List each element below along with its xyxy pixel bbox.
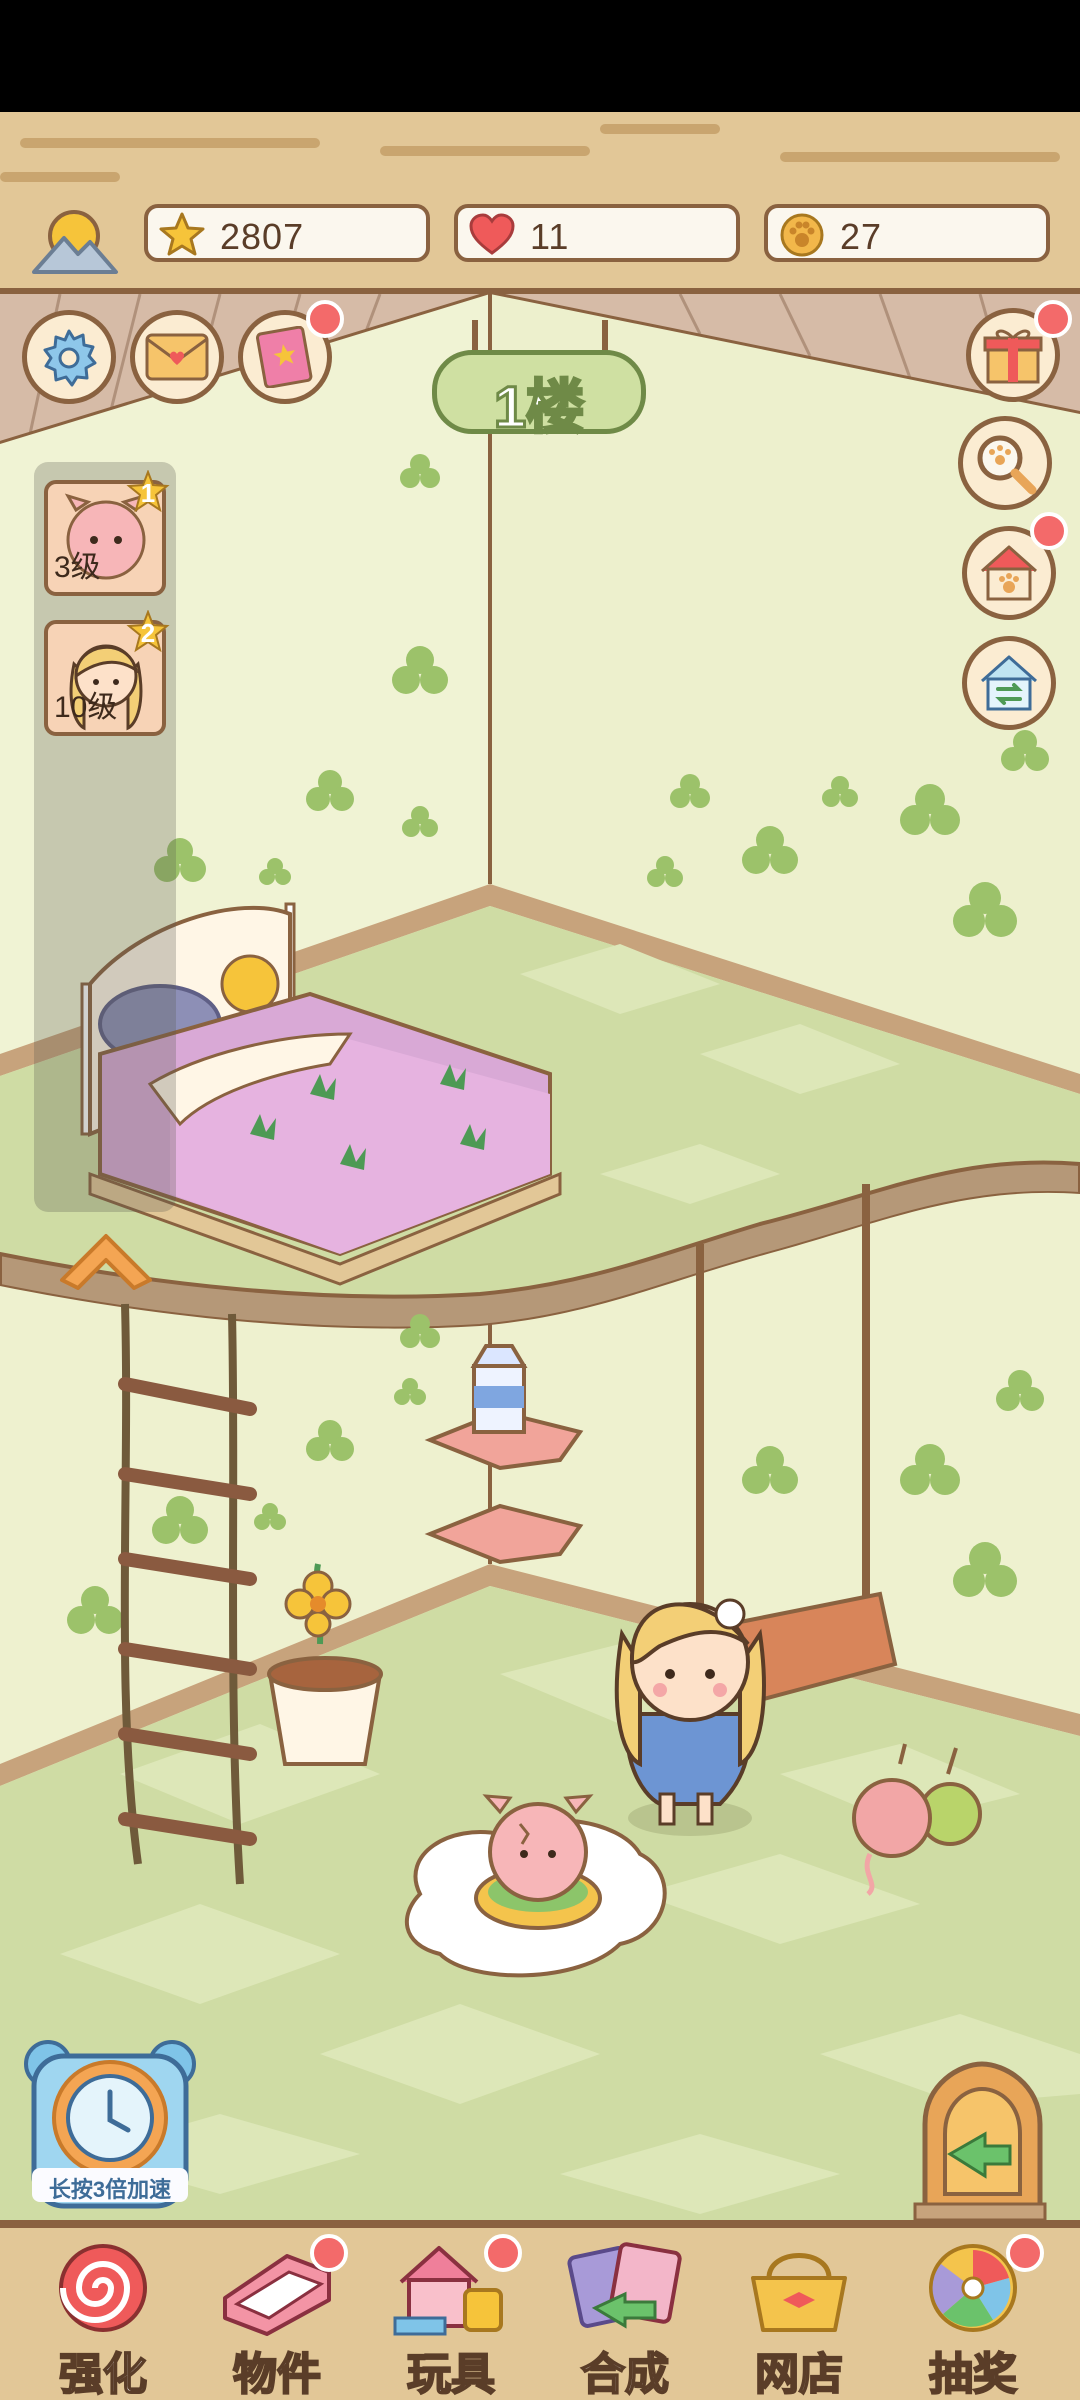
mail-button[interactable] <box>130 310 224 404</box>
envelope-icon <box>145 333 209 381</box>
settings-button[interactable] <box>22 310 116 404</box>
chevron-up-icon <box>60 1234 152 1290</box>
rank-badge: 1 <box>126 469 170 514</box>
heart-icon <box>469 213 515 255</box>
star-count: 2807 <box>220 216 305 257</box>
nav-label: 抽奖 <box>928 2349 1018 2400</box>
paw-coin-icon <box>780 213 824 257</box>
speed-up-label: 长按3倍加速 <box>48 2177 172 2202</box>
gift-notification-dot <box>1034 300 1072 338</box>
status-bar <box>0 0 1080 112</box>
magnifier-icon <box>977 435 1037 495</box>
door-exit[interactable] <box>913 2061 1047 2220</box>
nav-items[interactable]: 物件 <box>202 2232 352 2400</box>
star-counter: 2807 <box>144 204 430 262</box>
speed-up-button[interactable]: 长按3倍加速 <box>20 2036 200 2212</box>
search-button[interactable] <box>958 416 1052 510</box>
notification-dot <box>1006 2234 1044 2272</box>
floor-up-button[interactable] <box>54 1224 158 1294</box>
nav-enhance[interactable]: 强化 <box>28 2232 178 2400</box>
nav-label: 物件 <box>232 2349 322 2400</box>
pet-house-notification-dot <box>1030 512 1068 550</box>
notification-dot <box>310 2234 348 2272</box>
cards-merge-icon <box>567 2242 682 2329</box>
weather-icon[interactable] <box>28 198 120 278</box>
house-swap-button[interactable] <box>962 636 1056 730</box>
nav-label: 强化 <box>58 2349 148 2400</box>
coin-count: 27 <box>840 216 883 257</box>
heart-counter: 11 <box>454 204 740 262</box>
character-level: 10级 <box>54 691 118 724</box>
nav-toys[interactable]: 玩具 <box>376 2232 526 2400</box>
top-resource-bar <box>0 112 1080 294</box>
nav-label: 网店 <box>754 2349 844 2400</box>
nav-label: 玩具 <box>406 2349 496 2400</box>
lollipop-icon <box>59 2244 147 2332</box>
floor-label: 1楼 <box>492 374 585 442</box>
nav-shop[interactable]: 网店 <box>724 2232 874 2400</box>
nav-compose[interactable]: 合成 <box>550 2232 700 2400</box>
coin-counter: 27 <box>764 204 1050 262</box>
rank-badge: 2 <box>126 609 170 654</box>
pet-house-icon <box>981 545 1037 601</box>
gear-icon <box>43 329 97 387</box>
shop-basket-icon <box>751 2253 847 2332</box>
bottom-nav: 强化 物件 玩具 合成 网店 抽奖 <box>0 2220 1080 2400</box>
character-level: 3级 <box>54 551 101 584</box>
book-notification-dot <box>306 300 344 338</box>
heart-count: 11 <box>530 216 570 257</box>
gift-icon <box>983 329 1043 384</box>
nav-label: 合成 <box>580 2349 670 2400</box>
rank-number: 2 <box>140 618 156 648</box>
book-icon <box>255 326 313 388</box>
star-icon <box>159 212 205 256</box>
nav-lottery[interactable]: 抽奖 <box>898 2232 1048 2400</box>
rank-number: 1 <box>140 478 156 508</box>
floor-sign: 1楼 <box>432 320 646 442</box>
house-swap-icon <box>981 655 1037 711</box>
notification-dot <box>484 2234 522 2272</box>
